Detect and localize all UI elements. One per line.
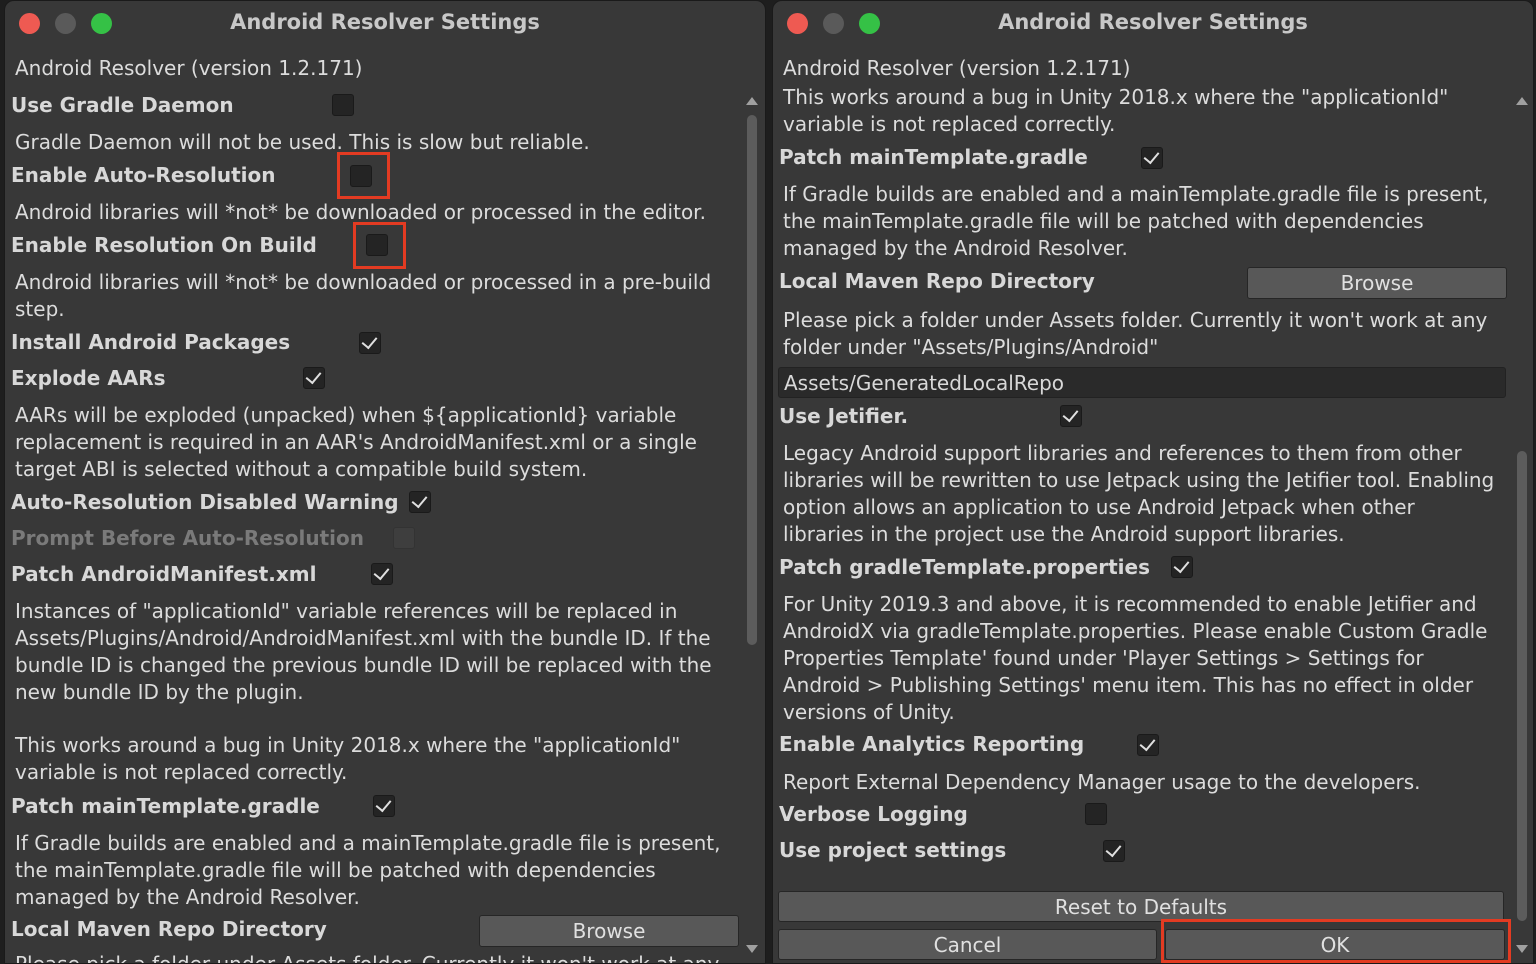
highlight-box bbox=[353, 222, 406, 269]
explode-aars-checkbox[interactable] bbox=[303, 367, 325, 389]
folder-description: Please pick a folder under Assets folder… bbox=[15, 952, 720, 964]
use-gradle-daemon-label: Use Gradle Daemon bbox=[11, 93, 234, 117]
use-jetifier-checkbox[interactable] bbox=[1060, 405, 1082, 427]
local-maven-repo-label: Local Maven Repo Directory bbox=[11, 917, 327, 941]
bug-description: This works around a bug in Unity 2018.x … bbox=[783, 85, 1449, 109]
explode-aars-description: AARs will be exploded (unpacked) when ${… bbox=[15, 403, 677, 427]
manifest-description: Assets/Plugins/Android/AndroidManifest.x… bbox=[15, 626, 711, 650]
jetifier-description: option allows an application to use Andr… bbox=[783, 495, 1415, 519]
check-icon bbox=[361, 332, 378, 350]
explode-aars-label: Explode AARs bbox=[11, 366, 166, 390]
settings-content: Android Resolver (version 1.2.171) Use G… bbox=[5, 45, 765, 963]
patch-main-template-checkbox[interactable] bbox=[373, 795, 395, 817]
check-icon bbox=[1105, 840, 1122, 858]
local-maven-repo-label: Local Maven Repo Directory bbox=[779, 269, 1095, 293]
title-bar: Android Resolver Settings bbox=[773, 1, 1533, 45]
reset-to-defaults-button[interactable]: Reset to Defaults bbox=[778, 891, 1504, 922]
main-template-description: If Gradle builds are enabled and a mainT… bbox=[15, 831, 721, 855]
verbose-logging-label: Verbose Logging bbox=[779, 802, 968, 826]
highlight-box bbox=[1161, 919, 1511, 963]
enable-auto-resolution-label: Enable Auto-Resolution bbox=[11, 163, 276, 187]
scroll-down-icon[interactable] bbox=[746, 945, 758, 953]
use-project-settings-checkbox[interactable] bbox=[1103, 840, 1125, 862]
jetifier-description: Legacy Android support libraries and ref… bbox=[783, 441, 1462, 465]
cancel-button[interactable]: Cancel bbox=[778, 929, 1157, 960]
browse-button[interactable]: Browse bbox=[1247, 267, 1507, 299]
check-icon bbox=[1062, 405, 1079, 423]
version-label: Android Resolver (version 1.2.171) bbox=[15, 56, 363, 80]
install-android-packages-checkbox[interactable] bbox=[359, 332, 381, 354]
resolution-on-build-description: Android libraries will *not* be download… bbox=[15, 270, 712, 294]
verbose-logging-checkbox[interactable] bbox=[1085, 803, 1107, 825]
auto-resolution-disabled-warning-checkbox[interactable] bbox=[409, 491, 431, 513]
main-template-description: managed by the Android Resolver. bbox=[15, 885, 360, 909]
main-template-description: the mainTemplate.gradle file will be pat… bbox=[783, 209, 1424, 233]
gradle-properties-description: For Unity 2019.3 and above, it is recomm… bbox=[783, 592, 1477, 616]
window-title: Android Resolver Settings bbox=[998, 10, 1308, 34]
explode-aars-description: replacement is required in an AAR's Andr… bbox=[15, 430, 697, 454]
local-repo-path-input[interactable]: Assets/GeneratedLocalRepo bbox=[778, 367, 1506, 398]
check-icon bbox=[1173, 556, 1190, 574]
main-template-description: managed by the Android Resolver. bbox=[783, 236, 1128, 260]
bug-description: variable is not replaced correctly. bbox=[783, 112, 1116, 136]
prompt-before-auto-resolution-label: Prompt Before Auto-Resolution bbox=[11, 526, 364, 550]
main-template-description: the mainTemplate.gradle file will be pat… bbox=[15, 858, 656, 882]
explode-aars-description: target ABI is selected without a compati… bbox=[15, 457, 588, 481]
main-template-description: If Gradle builds are enabled and a mainT… bbox=[783, 182, 1489, 206]
right-settings-window: Android Resolver Settings Android Resolv… bbox=[772, 0, 1534, 964]
patch-gradle-template-properties-checkbox[interactable] bbox=[1171, 556, 1193, 578]
manifest-description: bundle ID is changed the previous bundle… bbox=[15, 653, 712, 677]
highlight-box bbox=[337, 152, 390, 199]
manifest-description: new bundle ID by the plugin. bbox=[15, 680, 304, 704]
version-label: Android Resolver (version 1.2.171) bbox=[783, 56, 1131, 80]
vertical-scrollbar[interactable] bbox=[745, 89, 759, 957]
use-project-settings-label: Use project settings bbox=[779, 838, 1007, 862]
gradle-properties-description: Android > Publishing Settings' menu item… bbox=[783, 673, 1474, 697]
browse-button[interactable]: Browse bbox=[479, 915, 739, 947]
jetifier-description: libraries in the project use the Android… bbox=[783, 522, 1345, 546]
enable-analytics-label: Enable Analytics Reporting bbox=[779, 732, 1085, 756]
jetifier-description: libraries will be rewritten to use Jetpa… bbox=[783, 468, 1495, 492]
resolution-on-build-description: step. bbox=[15, 297, 65, 321]
patch-android-manifest-checkbox[interactable] bbox=[371, 563, 393, 585]
use-jetifier-label: Use Jetifier. bbox=[779, 404, 909, 428]
scroll-down-icon[interactable] bbox=[1516, 945, 1528, 953]
scrollbar-thumb[interactable] bbox=[747, 115, 757, 645]
patch-main-template-label: Patch mainTemplate.gradle bbox=[11, 794, 320, 818]
check-icon bbox=[1143, 147, 1160, 165]
manifest-description: Instances of "applicationId" variable re… bbox=[15, 599, 678, 623]
use-gradle-daemon-checkbox[interactable] bbox=[332, 94, 354, 116]
enable-resolution-on-build-label: Enable Resolution On Build bbox=[11, 233, 317, 257]
gradle-properties-description: versions of Unity. bbox=[783, 700, 955, 724]
install-android-packages-label: Install Android Packages bbox=[11, 330, 291, 354]
settings-content: Android Resolver (version 1.2.171) This … bbox=[773, 45, 1533, 963]
enable-analytics-checkbox[interactable] bbox=[1137, 734, 1159, 756]
folder-description: folder under "Assets/Plugins/Android" bbox=[783, 335, 1159, 359]
check-icon bbox=[373, 563, 390, 581]
prompt-before-auto-resolution-checkbox bbox=[393, 527, 415, 549]
bug-description: This works around a bug in Unity 2018.x … bbox=[15, 733, 681, 757]
window-title: Android Resolver Settings bbox=[230, 10, 540, 34]
check-icon bbox=[411, 491, 428, 509]
patch-android-manifest-label: Patch AndroidManifest.xml bbox=[11, 562, 317, 586]
auto-resolution-disabled-warning-label: Auto-Resolution Disabled Warning bbox=[11, 490, 399, 514]
patch-gradle-template-properties-label: Patch gradleTemplate.properties bbox=[779, 555, 1150, 579]
check-icon bbox=[1139, 734, 1156, 752]
scroll-up-icon[interactable] bbox=[1516, 97, 1528, 105]
patch-main-template-checkbox[interactable] bbox=[1141, 147, 1163, 169]
gradle-properties-description: AndroidX via gradleTemplate.properties. … bbox=[783, 619, 1488, 643]
scrollbar-thumb[interactable] bbox=[1517, 451, 1527, 921]
folder-description: Please pick a folder under Assets folder… bbox=[783, 308, 1488, 332]
vertical-scrollbar[interactable] bbox=[1515, 89, 1529, 957]
left-settings-window: Android Resolver Settings Android Resolv… bbox=[4, 0, 766, 964]
scroll-up-icon[interactable] bbox=[746, 97, 758, 105]
gradle-daemon-description: Gradle Daemon will not be used. This is … bbox=[15, 130, 590, 154]
check-icon bbox=[375, 795, 392, 813]
bug-description: variable is not replaced correctly. bbox=[15, 760, 348, 784]
check-icon bbox=[305, 367, 322, 385]
analytics-description: Report External Dependency Manager usage… bbox=[783, 770, 1421, 794]
title-bar: Android Resolver Settings bbox=[5, 1, 765, 45]
patch-main-template-label: Patch mainTemplate.gradle bbox=[779, 145, 1088, 169]
gradle-properties-description: Properties Template' found under 'Player… bbox=[783, 646, 1424, 670]
